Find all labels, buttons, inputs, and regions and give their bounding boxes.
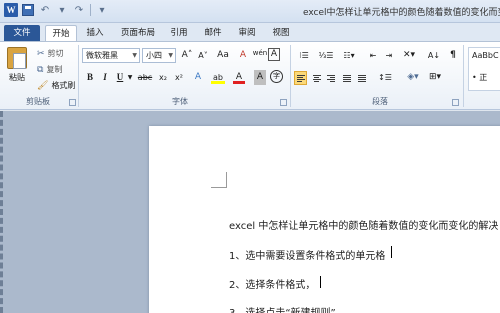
paragraph-group-label: 段落 — [372, 97, 388, 106]
chevron-down-icon[interactable]: ▼ — [126, 70, 134, 85]
title-bar: W ↶ ▾ ↷ ▾ excel中怎样让单元格中的颜色随着数值的变化而变化 — [0, 0, 500, 23]
clipboard-group-label: 剪贴板 — [26, 97, 50, 106]
format-painter-icon: 🖌 — [37, 80, 49, 91]
tab-insert[interactable]: 插入 — [82, 25, 108, 41]
text-caret — [320, 276, 321, 288]
margin-corner-mark — [211, 172, 227, 188]
multilevel-list-button[interactable]: ☷▾ — [338, 48, 360, 63]
justify-button[interactable] — [341, 71, 352, 85]
paragraph-launcher-icon[interactable] — [452, 99, 459, 106]
doc-paragraph-3[interactable]: 2、选择条件格式， — [229, 276, 315, 291]
character-shading-button[interactable]: A — [254, 70, 266, 85]
font-group-label: 字体 — [172, 97, 188, 106]
enclose-characters-button[interactable]: 字 — [270, 70, 283, 83]
style-normal-tile[interactable]: AaBbC • 正 — [468, 47, 500, 91]
font-name-value: 微软雅黑 — [86, 51, 118, 60]
copy-button[interactable]: ⧉ 复制 — [37, 64, 62, 75]
paste-label: 粘贴 — [9, 73, 25, 82]
chevron-down-icon: ▼ — [168, 52, 173, 59]
ribbon-tabs: 文件 开始 插入 页面布局 引用 邮件 审阅 视图 — [0, 23, 500, 41]
save-icon[interactable] — [21, 3, 35, 17]
ribbon-home: 粘贴 ✂ 剪切 ⧉ 复制 🖌 格式刷 剪贴板 微软雅黑 ▼ 小四 ▼ A˄ A˅… — [0, 41, 500, 110]
paste-button[interactable]: 粘贴 — [6, 47, 28, 91]
qat-separator — [90, 4, 91, 16]
borders-button[interactable]: ⊞▾ — [426, 70, 444, 85]
line-spacing-button[interactable]: ↕☰ — [376, 70, 394, 85]
underline-button[interactable]: U — [114, 70, 126, 85]
tab-review[interactable]: 审阅 — [234, 25, 260, 41]
copy-label: 复制 — [46, 65, 63, 74]
group-separator — [463, 45, 464, 107]
tab-references[interactable]: 引用 — [166, 25, 192, 41]
scissors-icon: ✂ — [37, 48, 45, 59]
shrink-font-button[interactable]: A˅ — [196, 48, 210, 63]
distributed-button[interactable] — [356, 71, 367, 85]
copy-icon: ⧉ — [37, 64, 44, 75]
bullets-button[interactable]: ⁝☰ — [294, 48, 314, 63]
align-left-button[interactable] — [294, 71, 307, 85]
strikethrough-button[interactable]: abc — [136, 70, 154, 85]
bold-button[interactable]: B — [84, 70, 96, 85]
document-page[interactable]: excel 中怎样让单元格中的颜色随着数值的变化而变化的解决 1、选中需要设置条… — [149, 126, 500, 313]
window-title: excel中怎样让单元格中的颜色随着数值的变化而变化 — [303, 8, 500, 18]
paste-icon — [7, 47, 27, 69]
cut-button[interactable]: ✂ 剪切 — [37, 48, 64, 59]
chevron-down-icon: ▼ — [132, 52, 137, 59]
character-border-button[interactable]: A — [268, 48, 280, 61]
superscript-button[interactable]: x² — [172, 70, 186, 85]
group-separator — [290, 45, 291, 107]
shading-button[interactable]: ◈▾ — [404, 70, 422, 85]
text-effects-button[interactable]: A — [190, 70, 206, 85]
sort-button[interactable]: A↓ — [426, 48, 442, 63]
font-size-dropdown[interactable]: 小四 ▼ — [142, 48, 176, 63]
doc-paragraph-1[interactable]: excel 中怎样让单元格中的颜色随着数值的变化而变化的解决 — [229, 217, 498, 232]
increase-indent-button[interactable]: ⇥ — [382, 48, 396, 63]
phonetic-guide-button[interactable]: wén — [252, 46, 268, 61]
highlight-color-bar — [211, 81, 225, 84]
show-marks-button[interactable]: ¶ — [448, 48, 458, 63]
cut-label: 剪切 — [47, 49, 64, 58]
font-launcher-icon[interactable] — [280, 99, 287, 106]
highlight-button[interactable]: ab — [210, 70, 226, 85]
chinese-layout-button[interactable]: ✕▾ — [400, 48, 418, 63]
group-separator — [78, 45, 79, 107]
word-app-icon[interactable]: W — [4, 3, 18, 17]
ibeam-cursor-icon — [391, 246, 397, 258]
tab-view[interactable]: 视图 — [268, 25, 294, 41]
subscript-button[interactable]: x₂ — [156, 70, 170, 85]
italic-button[interactable]: I — [99, 70, 111, 85]
font-color-bar — [233, 81, 245, 84]
numbering-button[interactable]: ⅓☰ — [316, 48, 336, 63]
clipboard-launcher-icon[interactable] — [69, 99, 76, 106]
font-color-button[interactable]: A — [232, 70, 246, 85]
undo-icon[interactable]: ↶ — [38, 3, 52, 17]
doc-paragraph-4[interactable]: 3、选择点击“新建规则” — [229, 304, 336, 313]
quick-access-toolbar: W ↶ ▾ ↷ ▾ — [4, 3, 109, 17]
decrease-indent-button[interactable]: ⇤ — [366, 48, 380, 63]
chevron-down-icon[interactable]: ▾ — [55, 3, 69, 17]
customize-qat-icon[interactable]: ▾ — [95, 3, 109, 17]
tab-page-layout[interactable]: 页面布局 — [115, 25, 161, 41]
document-area: excel 中怎样让单元格中的颜色随着数值的变化而变化的解决 1、选中需要设置条… — [0, 111, 500, 313]
tab-mailings[interactable]: 邮件 — [200, 25, 226, 41]
font-name-dropdown[interactable]: 微软雅黑 ▼ — [82, 48, 140, 63]
format-painter-label: 格式刷 — [51, 81, 76, 90]
clear-formatting-button[interactable]: A — [237, 48, 249, 63]
change-case-button[interactable]: Aa — [214, 48, 232, 63]
doc-paragraph-2[interactable]: 1、选中需要设置条件格式的单元格 — [229, 247, 385, 262]
style-preview: AaBbC — [472, 51, 499, 60]
redo-icon[interactable]: ↷ — [72, 3, 86, 17]
align-center-button[interactable] — [311, 71, 322, 85]
format-painter-button[interactable]: 🖌 格式刷 — [37, 80, 75, 91]
align-right-button[interactable] — [326, 71, 337, 85]
font-size-value: 小四 — [146, 51, 162, 60]
grow-font-button[interactable]: A˄ — [180, 48, 194, 63]
tab-file[interactable]: 文件 — [4, 25, 40, 41]
tab-home[interactable]: 开始 — [45, 25, 77, 41]
style-name: • 正 — [472, 73, 488, 82]
